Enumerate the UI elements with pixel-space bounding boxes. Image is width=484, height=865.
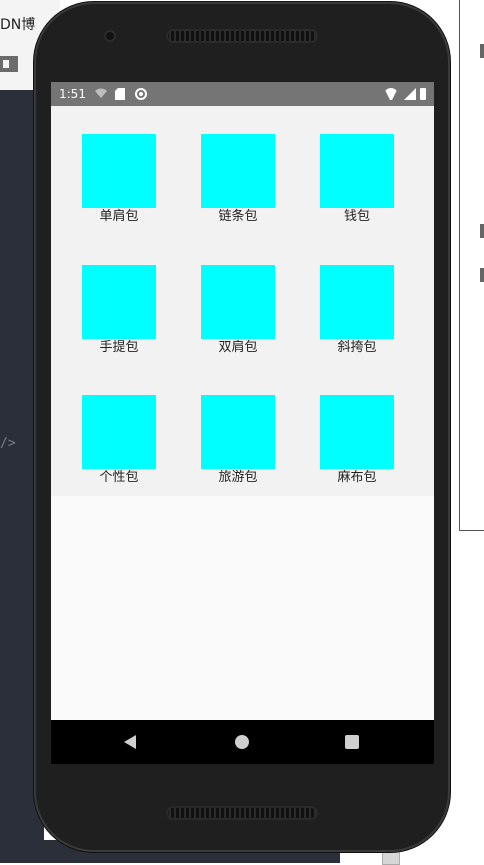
film-icon	[0, 56, 18, 72]
navigation-bar	[51, 720, 434, 764]
category-label: 个性包	[99, 470, 139, 485]
status-time: 1:51	[59, 87, 86, 101]
category-image[interactable]	[201, 395, 275, 469]
category-label: 链条包	[218, 209, 258, 224]
category-image[interactable]	[82, 265, 156, 339]
top-speaker-grille	[166, 29, 318, 43]
category-item[interactable]: 双肩包	[188, 265, 288, 356]
recent-apps-icon[interactable]	[345, 735, 359, 749]
category-label: 麻布包	[337, 470, 377, 485]
category-item[interactable]: 钱包	[307, 134, 407, 225]
category-image[interactable]	[82, 134, 156, 208]
home-icon[interactable]	[235, 735, 249, 749]
category-image[interactable]	[320, 265, 394, 339]
category-label: 手提包	[99, 340, 139, 355]
category-image[interactable]	[201, 265, 275, 339]
category-label: 钱包	[343, 209, 370, 224]
wifi-icon	[384, 88, 398, 100]
background-tab-text: DN博	[0, 17, 36, 33]
front-camera-icon	[106, 32, 114, 40]
category-label: 单肩包	[99, 209, 139, 224]
category-image[interactable]	[320, 395, 394, 469]
status-right-icons	[384, 87, 426, 101]
category-image[interactable]	[82, 395, 156, 469]
status-bar: 1:51	[51, 82, 434, 106]
panel-edge-icon	[480, 224, 484, 238]
category-item[interactable]: 单肩包	[69, 134, 169, 225]
panel-edge-icon	[480, 268, 484, 282]
app-screen: 1:51 单肩包 链条包 钱包 手提包 双肩包 斜挎包 个性包 旅游包 麻布包	[51, 82, 434, 764]
code-fragment-icon: />	[0, 436, 16, 451]
category-image[interactable]	[320, 134, 394, 208]
category-grid-panel: 单肩包 链条包 钱包 手提包 双肩包 斜挎包 个性包 旅游包 麻布包	[51, 106, 434, 496]
category-item[interactable]: 个性包	[69, 395, 169, 486]
sd-card-icon	[115, 88, 125, 100]
category-image[interactable]	[201, 134, 275, 208]
category-item[interactable]: 麻布包	[307, 395, 407, 486]
background-right-panel	[459, 0, 484, 531]
phone-frame: 1:51 单肩包 链条包 钱包 手提包 双肩包 斜挎包 个性包 旅游包 麻布包	[34, 2, 450, 852]
category-item[interactable]: 手提包	[69, 265, 169, 356]
category-label: 斜挎包	[337, 340, 377, 355]
category-label: 旅游包	[218, 470, 258, 485]
category-item[interactable]: 斜挎包	[307, 265, 407, 356]
back-icon[interactable]	[124, 735, 136, 749]
category-item[interactable]: 链条包	[188, 134, 288, 225]
bottom-speaker-grille	[166, 806, 318, 820]
panel-edge-icon	[480, 44, 484, 58]
signal-icon	[402, 88, 416, 100]
category-label: 双肩包	[218, 340, 258, 355]
category-item[interactable]: 旅游包	[188, 395, 288, 486]
wifi-off-icon	[95, 88, 107, 100]
battery-icon	[420, 88, 426, 100]
sync-icon	[135, 88, 147, 100]
